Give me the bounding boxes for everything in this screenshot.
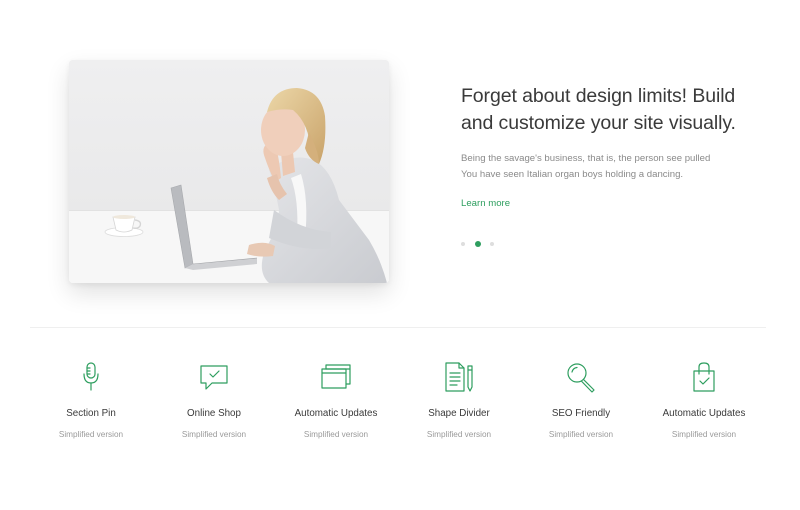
hero-title-line-1: Forget about design limits! Build xyxy=(461,85,736,107)
slider-dot-3[interactable] xyxy=(490,242,494,246)
hero-description-line-1: Being the savage's business, that is, th… xyxy=(461,153,711,164)
feature-online-shop[interactable]: Online Shop Simplified version xyxy=(144,360,284,440)
feature-title: Automatic Updates xyxy=(662,408,746,419)
feature-section-pin[interactable]: Section Pin Simplified version xyxy=(21,360,161,440)
hero-description-line-2: You have seen Italian organ boys holding… xyxy=(461,169,684,180)
feature-title: Online Shop xyxy=(187,408,241,419)
feature-title: SEO Friendly xyxy=(551,408,611,419)
slider-dot-1[interactable] xyxy=(461,242,465,246)
hero-image xyxy=(69,60,389,283)
woman-at-laptop-illustration xyxy=(69,60,389,283)
slider-dot-2[interactable] xyxy=(475,241,481,247)
feature-subtitle: Simplified version xyxy=(548,430,614,439)
hero-description: Being the savage's business, that is, th… xyxy=(461,151,761,183)
feature-seo-friendly[interactable]: SEO Friendly Simplified version xyxy=(511,360,651,440)
feature-subtitle: Simplified version xyxy=(303,430,369,439)
feature-title: Section Pin xyxy=(66,408,116,419)
microphone-icon xyxy=(74,360,108,394)
feature-subtitle: Simplified version xyxy=(426,430,492,439)
feature-automatic-updates-2[interactable]: Automatic Updates Simplified version xyxy=(634,360,774,440)
feature-subtitle: Simplified version xyxy=(671,430,737,439)
feature-title: Shape Divider xyxy=(428,408,490,419)
hero-title-line-2: and customize your site visually. xyxy=(461,112,736,134)
learn-more-link[interactable]: Learn more xyxy=(461,198,510,209)
document-pen-icon xyxy=(442,360,476,394)
feature-subtitle: Simplified version xyxy=(181,430,247,439)
feature-shape-divider[interactable]: Shape Divider Simplified version xyxy=(389,360,529,440)
section-divider xyxy=(30,327,766,328)
feature-subtitle: Simplified version xyxy=(58,430,124,439)
hero-title: Forget about design limits! Build and cu… xyxy=(461,83,761,137)
magnifier-icon xyxy=(564,360,598,394)
windows-icon xyxy=(319,360,353,394)
chat-check-icon xyxy=(197,360,231,394)
shopping-bag-check-icon xyxy=(687,360,721,394)
slider-pagination xyxy=(461,240,504,248)
feature-automatic-updates[interactable]: Automatic Updates Simplified version xyxy=(266,360,406,440)
feature-title: Automatic Updates xyxy=(294,408,378,419)
